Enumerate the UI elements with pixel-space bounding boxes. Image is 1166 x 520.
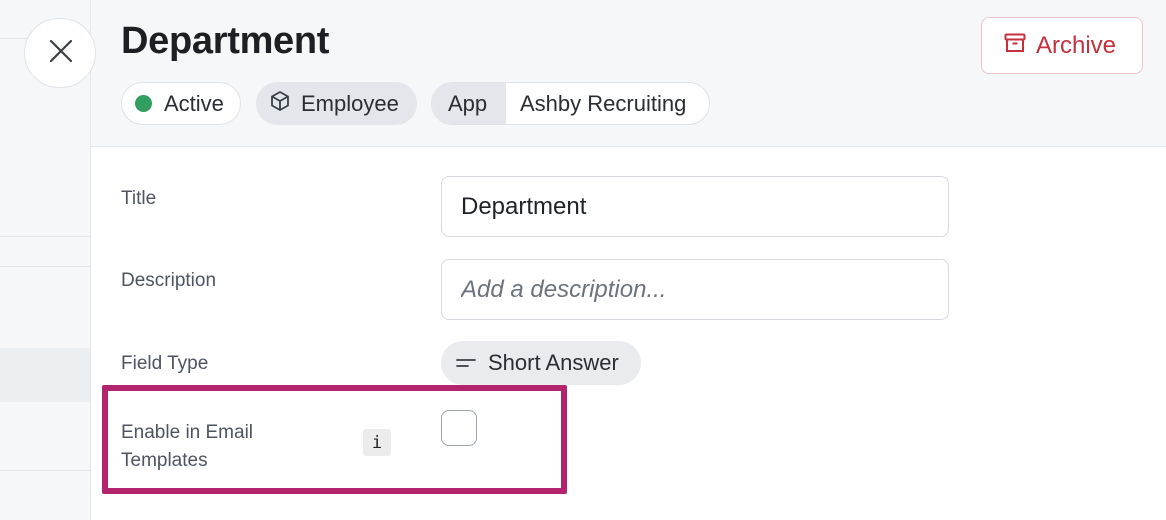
email-templates-label-line2: Templates [121,450,208,471]
archive-button[interactable]: Archive [981,17,1143,74]
object-type-label: Employee [301,90,399,116]
field-type-label: Field Type [121,353,209,374]
info-icon[interactable]: i [363,429,391,456]
close-button[interactable] [24,18,96,88]
status-label: Active [164,90,224,116]
archive-label: Archive [1036,31,1117,59]
background-row [0,348,90,402]
email-templates-label-line1: Enable in Email [121,422,254,443]
short-text-icon [456,350,476,376]
description-field-label: Description [121,270,217,291]
title-input[interactable] [441,176,949,237]
background-divider [0,236,90,237]
source-name: Ashby Recruiting [520,90,687,116]
background-divider [0,266,90,267]
field-type-value: Short Answer [488,350,619,375]
field-detail-panel: Department Archive Active Employee App A… [90,0,1166,520]
title-field-label: Title [121,188,157,209]
email-templates-checkbox[interactable] [441,410,477,446]
description-input[interactable] [441,259,949,320]
source-badge: App Ashby Recruiting [431,82,710,125]
background-divider [0,470,90,471]
archive-box-icon [1004,32,1026,60]
object-type-badge: Employee [256,82,417,125]
close-icon [48,38,74,69]
source-prefix: App [432,83,506,124]
cube-icon [269,90,291,118]
panel-header: Department Archive Active Employee App A… [91,0,1166,147]
page-title: Department [121,20,330,62]
status-badge: Active [121,82,241,125]
email-templates-label: Enable in Email Templates [121,419,253,475]
status-dot-icon [135,95,152,112]
field-type-chip[interactable]: Short Answer [441,341,641,385]
